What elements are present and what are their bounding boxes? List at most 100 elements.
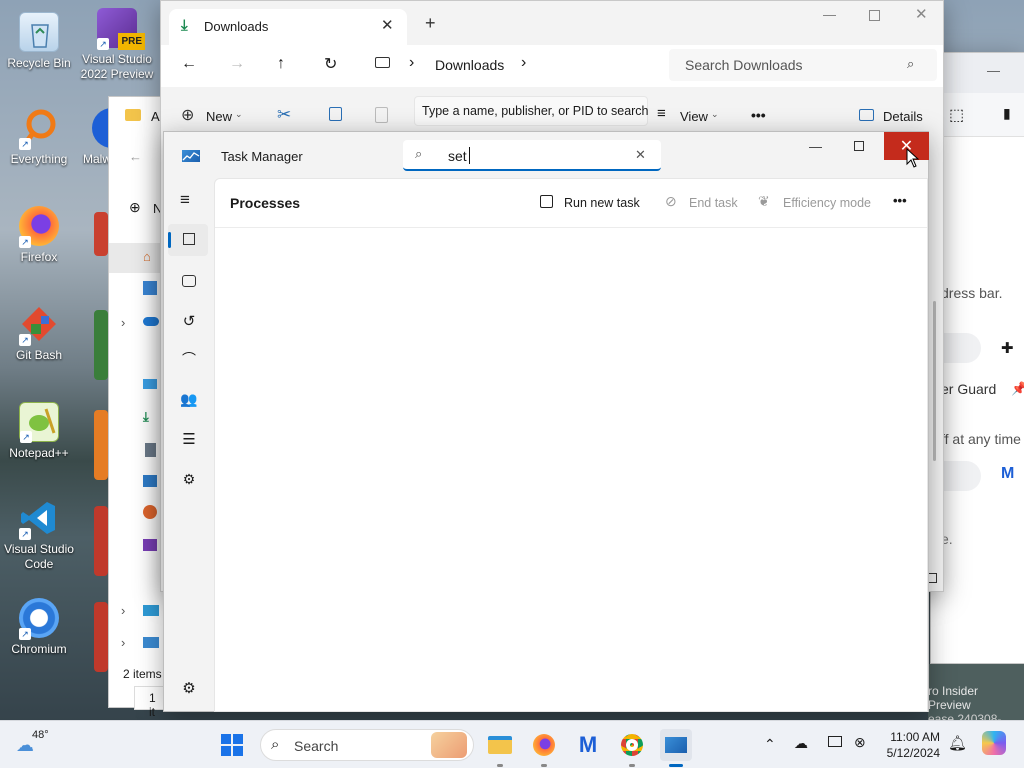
details-icon[interactable] (859, 109, 874, 121)
taskbar-malwarebytes[interactable]: M (572, 729, 604, 761)
copy-icon[interactable] (329, 107, 342, 121)
window-title: Task Manager (221, 149, 303, 164)
close-tab-icon[interactable]: ✕ (381, 16, 394, 34)
details-button[interactable]: Details (883, 109, 923, 124)
nav-users[interactable]: 👥 (174, 386, 204, 412)
nav-startup-apps[interactable]: ⌒ (174, 346, 204, 372)
more-options-button[interactable]: ••• (751, 107, 766, 123)
minimize-button[interactable]: — (823, 7, 836, 22)
maximize-button[interactable] (854, 141, 864, 151)
process-search-input[interactable]: set (448, 148, 467, 164)
items-count: 2 items (123, 667, 162, 681)
new-icon[interactable]: ⊕ (181, 105, 194, 125)
scrollbar-thumb[interactable] (933, 301, 936, 461)
search-downloads-box[interactable]: Search Downloads ⌕ (669, 49, 937, 81)
new-button[interactable]: New (206, 109, 232, 124)
desktop-icon-git-bash[interactable]: ↗ Git Bash (0, 304, 78, 363)
minimize-button[interactable]: — (809, 139, 822, 154)
malwarebytes-icon: M (578, 732, 598, 757)
breadcrumb-downloads[interactable]: Downloads (435, 57, 504, 73)
desktop-icon-firefox[interactable]: ↗ Firefox (0, 206, 78, 265)
back-arrow-icon[interactable]: ← (181, 55, 197, 73)
desktop-icon-label: Visual Studio Code (4, 542, 74, 571)
desktop-icon-chromium[interactable]: ↗ Chromium (0, 598, 78, 657)
view-button[interactable]: View (680, 109, 708, 124)
network-icon[interactable]: ⊗ (854, 734, 866, 751)
taskbar-task-manager[interactable] (660, 729, 692, 767)
refresh-icon[interactable]: ↻ (324, 54, 337, 74)
everything-icon: ↗ (19, 108, 59, 150)
tab-downloads[interactable]: ⤓ Downloads ✕ (169, 9, 407, 45)
clock[interactable]: 11:00 AM 5/12/2024 (884, 729, 940, 761)
taskbar-file-explorer[interactable] (484, 729, 516, 767)
desktop-icon-malwarebytes[interactable]: Malw (72, 108, 112, 167)
maximize-button[interactable] (869, 10, 880, 21)
desktop-icon-vscode[interactable]: ↗ Visual Studio Code (0, 498, 78, 572)
extensions-icon[interactable]: ⬚ (949, 105, 964, 125)
efficiency-mode-button[interactable]: Efficiency mode (783, 196, 871, 210)
new-icon[interactable]: ⊕ (129, 199, 141, 216)
new-tab-button[interactable]: + (425, 13, 436, 34)
clear-search-icon[interactable]: ✕ (635, 147, 646, 163)
up-arrow-icon[interactable]: ↑ (277, 55, 285, 73)
taskbar-chrome[interactable] (616, 729, 648, 767)
search-icon: ⌕ (907, 56, 915, 71)
processes-panel: Processes Run new task ⊘ End task ❦ Effi… (214, 178, 928, 712)
process-search-box[interactable]: ⌕ set ✕ (403, 140, 661, 171)
malwarebytes-icon[interactable]: M (1001, 465, 1014, 483)
visual-studio-icon: PRE ↗ (97, 8, 145, 50)
minimize-button[interactable]: — (987, 63, 1000, 78)
task-manager-window: Task Manager ⌕ set ✕ — ✕ ≡ ↺ ⌒ 👥 ☰ ⚙ ⚙ P… (163, 131, 929, 712)
nav-details[interactable]: ☰ (174, 426, 204, 452)
recycle-bin-icon (19, 12, 59, 52)
weather-widget[interactable]: ☁ 48° (16, 729, 76, 761)
desktop-icon-visual-studio[interactable]: PRE ↗ Visual Studio 2022 Preview (78, 8, 156, 82)
notification-bell-icon[interactable]: 🔔︎ (948, 734, 967, 752)
puzzle-icon[interactable]: ✚ (1001, 339, 1014, 357)
desktop-icon-everything[interactable]: ↗ Everything (0, 108, 78, 167)
display-icon[interactable] (828, 736, 842, 747)
chevron-down-icon: ⌄ (711, 109, 719, 119)
run-new-task-button[interactable]: Run new task (564, 196, 640, 210)
users-icon: 👥 (180, 390, 198, 407)
desktop-icon-notepadpp[interactable]: ↗ Notepad++ (0, 402, 78, 461)
taskbar-search[interactable]: ⌕ Search (260, 729, 474, 761)
shortcut-arrow-icon: ↗ (20, 431, 32, 443)
nav-app-history[interactable]: ↺ (174, 308, 204, 334)
onedrive-off-icon[interactable]: ☁ (794, 735, 808, 752)
more-options-button[interactable]: ••• (893, 193, 907, 208)
search-icon: ⌕ (415, 146, 423, 161)
sidebar-icon[interactable]: ▮ (1003, 105, 1011, 122)
chevron-right-icon[interactable]: › (121, 315, 125, 330)
gallery-icon (143, 281, 157, 295)
nav-performance[interactable] (174, 268, 204, 294)
back-arrow-icon[interactable]: ← (129, 149, 142, 164)
nav-processes[interactable] (168, 224, 208, 256)
header-divider (215, 227, 927, 228)
desktop-icon-label: Visual Studio 2022 Preview (80, 52, 154, 81)
close-button[interactable]: ✕ (915, 5, 928, 23)
chevron-up-icon[interactable]: ⌃ (764, 736, 776, 753)
forward-arrow-icon[interactable]: → (229, 55, 245, 73)
start-button[interactable] (216, 729, 248, 761)
taskbar-firefox[interactable] (528, 729, 560, 767)
chevron-down-icon: ⌄ (235, 109, 243, 119)
desktop-icon-label: Chromium (11, 642, 67, 656)
cut-icon[interactable]: ✂ (277, 105, 291, 125)
this-pc-icon (375, 57, 390, 68)
desktop-icon-label: Notepad++ (9, 446, 69, 460)
chevron-right-icon[interactable]: › (521, 54, 526, 72)
end-task-button[interactable]: End task (689, 196, 738, 210)
pin-icon[interactable]: 📌 (1011, 381, 1024, 397)
copilot-icon[interactable] (982, 731, 1006, 755)
desktop-icon-recycle-bin[interactable]: Recycle Bin (0, 12, 78, 71)
paste-icon[interactable] (375, 107, 388, 123)
selection-indicator (168, 232, 171, 248)
hamburger-menu-icon[interactable]: ≡ (180, 190, 190, 210)
chevron-right-icon[interactable]: › (121, 635, 125, 650)
nav-settings[interactable]: ⚙ (174, 675, 204, 701)
nav-services[interactable]: ⚙ (174, 466, 204, 492)
chevron-right-icon[interactable]: › (121, 603, 125, 618)
git-bash-icon: ↗ (19, 304, 59, 346)
view-icon[interactable]: ≡ (657, 105, 666, 122)
